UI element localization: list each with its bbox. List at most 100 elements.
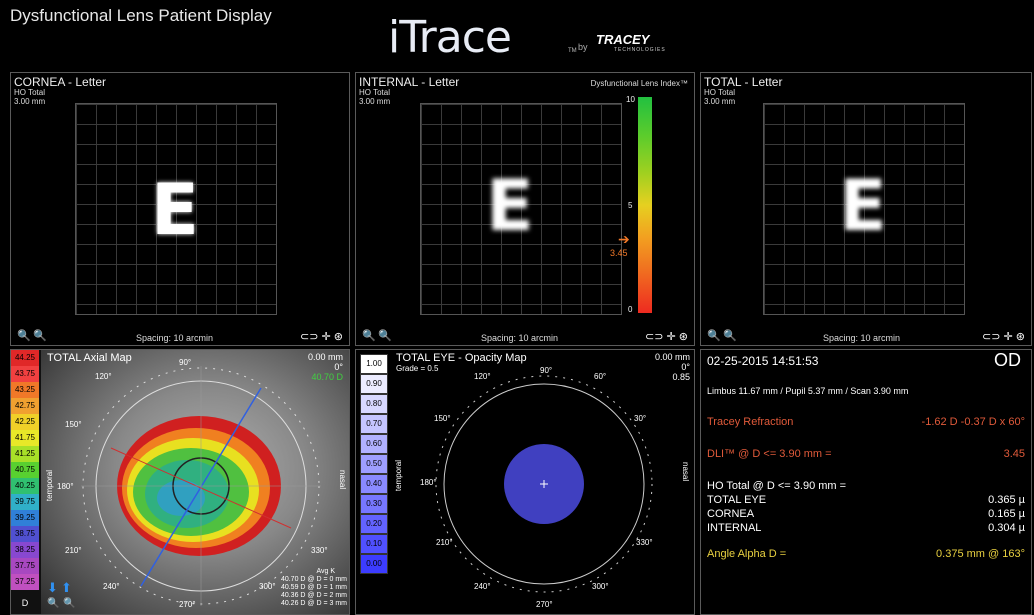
angle-270: 270°	[536, 600, 553, 609]
dli-info-value: 3.45	[1003, 448, 1025, 460]
opacity-mm: 0.00 mm	[654, 352, 690, 362]
axial-scale-cell: 38.25	[11, 542, 39, 558]
opacity-map-panel: 1.00 0.90 0.80 0.70 0.60 0.50 0.40 0.30 0.20 0.10…	[355, 349, 695, 615]
angle-30: 30°	[634, 414, 647, 423]
angle-90: 90°	[540, 366, 553, 375]
angle-180: 180°	[420, 478, 437, 487]
letter-e: E	[151, 169, 199, 251]
opacity-scale-cell: 0.10	[360, 534, 388, 554]
axial-map-panel: 44.25 43.75 43.25 42.75 42.25 41.75 41.25 40.75…	[10, 349, 350, 615]
opacity-scale-cell: 0.50	[360, 454, 388, 474]
opacity-scale-cell: 0.40	[360, 474, 388, 494]
opacity-scale-cell: 0.00	[360, 554, 388, 574]
opacity-scale-cell: 0.30	[360, 494, 388, 514]
panel-sub1: HO Total	[359, 88, 390, 97]
logo-tm: TM	[568, 48, 577, 54]
angle-120: 120°	[474, 372, 491, 381]
dli-arrow-icon: ➔	[618, 231, 630, 247]
dli-max: 10	[626, 95, 635, 104]
axial-scale-cell: 42.25	[11, 414, 39, 430]
panel-title: INTERNAL - Letter	[359, 75, 460, 89]
axial-scale-cell: 44.25	[11, 350, 39, 366]
panel-sub2: 3.00 mm	[14, 97, 46, 106]
row-value: 0.304 µ	[988, 522, 1025, 534]
axial-scale-cell: 38.75	[11, 526, 39, 542]
view-tools-icon[interactable]: ⊂⊃ ✛ ⊛	[645, 330, 688, 343]
exam-datetime: 02-25-2015 14:51:53	[707, 354, 819, 368]
axial-scale-cell: 40.25	[11, 478, 39, 494]
panel-sub1: HO Total	[704, 88, 735, 97]
dli-scale-bar	[638, 97, 652, 313]
logo-company-sub: TECHNOLOGIES	[614, 47, 666, 53]
panel-title: CORNEA - Letter	[14, 75, 107, 89]
avgk-title: Avg K	[316, 568, 335, 575]
limbus-info: Limbus 11.67 mm / Pupil 5.37 mm / Scan 3…	[707, 386, 909, 396]
panel-sub2: 3.00 mm	[704, 97, 736, 106]
angle-60: 60°	[594, 372, 607, 381]
panel-title: TOTAL EYE - Opacity Map	[396, 352, 527, 364]
axial-scale: 44.25 43.75 43.25 42.75 42.25 41.75 41.25 40.75…	[11, 350, 41, 614]
temporal-label: temporal	[45, 470, 54, 502]
axial-scale-cell: 43.75	[11, 366, 39, 382]
axial-scale-cell: 42.75	[11, 398, 39, 414]
avgk-list: 40.70 D @ D = 0 mm 40.59 D @ D = 1 mm 40…	[281, 576, 347, 608]
zoom-in-icon[interactable]: 🔍	[33, 329, 47, 342]
axial-deg: 0°	[334, 362, 343, 372]
app-title: Dysfunctional Lens Patient Display	[10, 6, 272, 25]
angle-300: 300°	[259, 582, 276, 591]
angle-330: 330°	[311, 546, 328, 555]
angle-150: 150°	[434, 414, 451, 423]
alpha-label: Angle Alpha D =	[707, 548, 787, 560]
angle-330: 330°	[636, 538, 653, 547]
zoom-in-icon[interactable]: 🔍	[723, 329, 737, 342]
opacity-scale-cell: 0.60	[360, 434, 388, 454]
dli-info-label: DLI™ @ D <= 3.90 mm =	[707, 448, 832, 460]
opacity-map	[435, 375, 653, 593]
angle-210: 210°	[65, 546, 82, 555]
zoom-in-icon[interactable]: 🔍	[63, 598, 75, 609]
opacity-deg: 0°	[681, 362, 690, 372]
nasal-label: nasal	[338, 470, 347, 490]
row-label: CORNEA	[707, 508, 755, 520]
arrow-up-icon[interactable]: ⬆	[61, 580, 72, 596]
axial-scale-cell: 37.25	[11, 574, 39, 590]
avgk-row: 40.36 D @ D = 2 mm	[280, 592, 347, 599]
refraction-label: Tracey Refraction	[707, 416, 794, 428]
axial-scale-cell: 41.25	[11, 446, 39, 462]
row-value: 0.165 µ	[988, 508, 1025, 520]
axial-map	[81, 366, 321, 606]
itrace-logo: iTrace TM by TRACEY TECHNOLOGIES	[388, 12, 688, 68]
opacity-scale-cell: 0.20	[360, 514, 388, 534]
opacity-scale-cell: 1.00	[360, 354, 388, 374]
axial-scale-cell: 37.75	[11, 558, 39, 574]
angle-270: 270°	[179, 600, 196, 609]
arrow-down-icon[interactable]: ⬇	[47, 580, 58, 596]
row-label: TOTAL EYE	[707, 494, 767, 506]
panel-sub2: 3.00 mm	[359, 97, 391, 106]
view-tools-icon[interactable]: ⊂⊃ ✛ ⊛	[300, 330, 343, 343]
dli-value: 3.45	[610, 248, 628, 258]
opacity-scale: 1.00 0.90 0.80 0.70 0.60 0.50 0.40 0.30 0.20 0.10…	[360, 354, 390, 604]
temporal-label: temporal	[394, 460, 403, 492]
zoom-out-icon[interactable]: 🔍	[362, 329, 376, 342]
dli-label: Dysfunctional Lens Index™	[590, 79, 688, 88]
angle-240: 240°	[474, 582, 491, 591]
axial-scale-cell: 43.25	[11, 382, 39, 398]
view-tools-icon[interactable]: ⊂⊃ ✛ ⊛	[982, 330, 1025, 343]
zoom-out-icon[interactable]: 🔍	[17, 329, 31, 342]
angle-240: 240°	[103, 582, 120, 591]
letter-e: E	[486, 165, 534, 247]
logo-company: TRACEY	[596, 32, 650, 47]
zoom-out-icon[interactable]: 🔍	[707, 329, 721, 342]
angle-210: 210°	[436, 538, 453, 547]
row-value: 0.365 µ	[988, 494, 1025, 506]
opacity-scale-cell: 0.80	[360, 394, 388, 414]
zoom-out-icon[interactable]: 🔍	[47, 598, 59, 609]
avgk-row: 40.59 D @ D = 1 mm	[280, 584, 347, 591]
opacity-scale-cell: 0.90	[360, 374, 388, 394]
nasal-label: nasal	[681, 462, 690, 482]
row-label: INTERNAL	[707, 522, 762, 534]
panel-sub1: HO Total	[14, 88, 45, 97]
zoom-in-icon[interactable]: 🔍	[378, 329, 392, 342]
total-letter-panel: TOTAL - Letter HO Total 3.00 mm E 🔍 🔍 Sp…	[700, 72, 1032, 346]
